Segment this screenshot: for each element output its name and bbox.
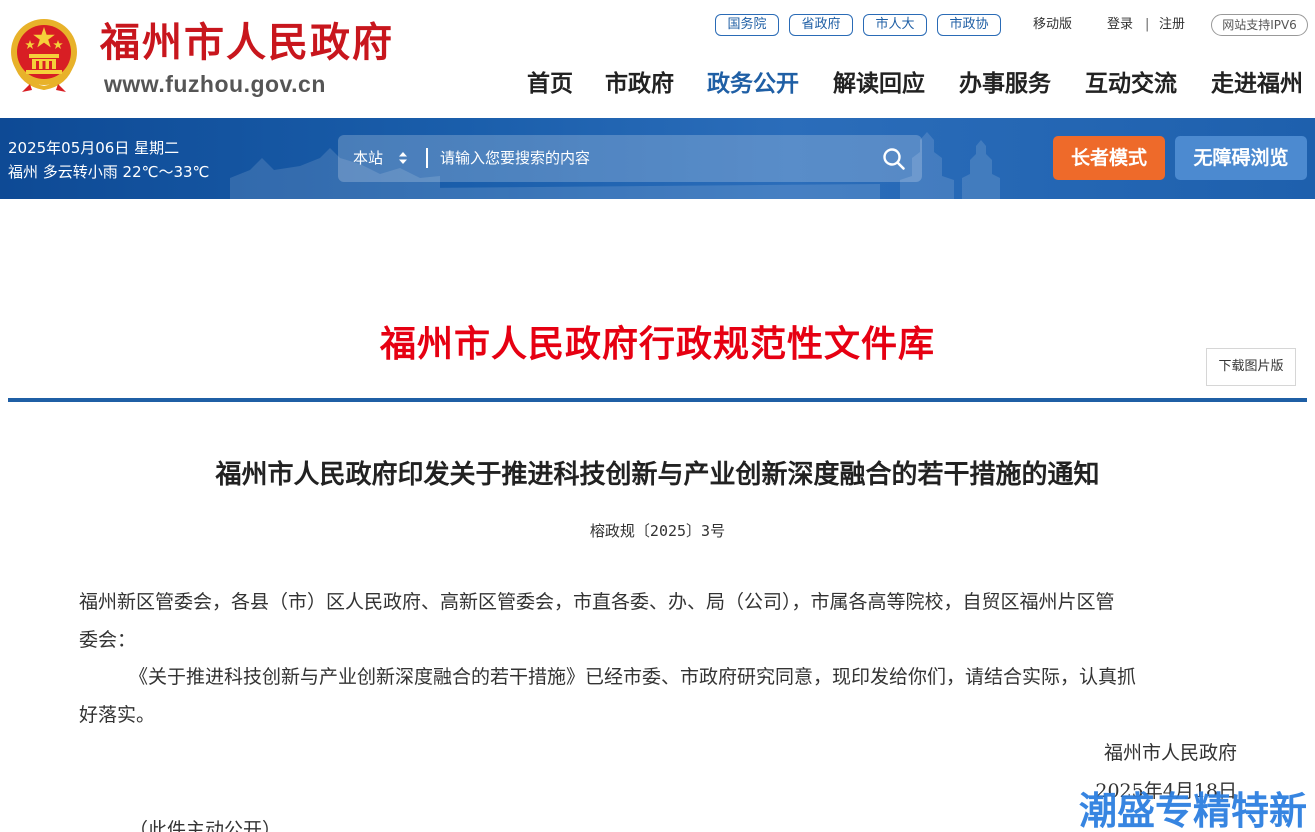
nav-interpretation[interactable]: 解读回应 — [833, 68, 925, 100]
current-date: 2025年05月06日 星期二 — [8, 139, 180, 157]
accessibility-button[interactable]: 无障碍浏览 — [1175, 136, 1307, 180]
search-box: 本站 — [338, 135, 922, 182]
search-input[interactable] — [440, 143, 870, 173]
link-municipal-congress[interactable]: 市人大 — [863, 14, 927, 36]
library-title: 福州市人民政府行政规范性文件库 — [379, 323, 935, 365]
section-divider — [8, 398, 1307, 402]
national-emblem-icon[interactable] — [8, 14, 80, 94]
site-url[interactable]: www.fuzhou.gov.cn — [104, 70, 326, 98]
nav-services[interactable]: 办事服务 — [959, 68, 1051, 100]
site-header: 福州市人民政府 www.fuzhou.gov.cn 国务院 省政府 市人大 市政… — [0, 0, 1315, 118]
sort-arrows-icon[interactable] — [398, 151, 408, 165]
download-image-button[interactable]: 下载图片版 — [1206, 348, 1296, 386]
addressee-text: 福州新区管委会，各县（市）区人民政府、高新区管委会，市直各委、办、局（公司），市… — [79, 591, 1115, 613]
register-link[interactable]: 注册 — [1159, 16, 1185, 34]
body-paragraph-continued: 好落实。 — [79, 704, 156, 726]
addressee-text-continued: 委会： — [79, 629, 137, 651]
nav-about-fuzhou[interactable]: 走进福州 — [1211, 68, 1303, 100]
link-state-council[interactable]: 国务院 — [715, 14, 779, 36]
watermark: 潮盛专精特新 — [1079, 789, 1308, 832]
body-paragraph: 《关于推进科技创新与产业创新深度融合的若干措施》已经市委、市政府研究同意，现印发… — [129, 666, 1137, 688]
nav-government-affairs[interactable]: 政务公开 — [707, 68, 799, 100]
disclosure-note: （此件主动公开） — [129, 819, 282, 832]
link-municipal-cppcc[interactable]: 市政协 — [937, 14, 1001, 36]
link-provincial-government[interactable]: 省政府 — [789, 14, 853, 36]
nav-municipal-government[interactable]: 市政府 — [605, 68, 674, 100]
site-name[interactable]: 福州市人民政府 — [100, 18, 394, 68]
mobile-version-link[interactable]: 移动版 — [1033, 16, 1072, 34]
weather-info: 福州 多云转小雨 22℃～33℃ — [8, 163, 210, 181]
login-separator: | — [1145, 17, 1150, 32]
search-icon[interactable] — [882, 147, 906, 171]
document-title: 福州市人民政府印发关于推进科技创新与产业创新深度融合的若干措施的通知 — [215, 460, 1100, 490]
nav-interaction[interactable]: 互动交流 — [1085, 68, 1177, 100]
document-number: 榕政规〔2025〕3号 — [589, 522, 726, 540]
nav-home[interactable]: 首页 — [527, 68, 573, 100]
search-divider — [426, 148, 428, 168]
info-banner: 2025年05月06日 星期二 福州 多云转小雨 22℃～33℃ 本站 长者模式… — [0, 118, 1315, 199]
ipv6-badge: 网站支持IPV6 — [1211, 14, 1308, 36]
search-scope-select[interactable]: 本站 — [353, 148, 383, 168]
issuer-signature: 福州市人民政府 — [1103, 742, 1237, 764]
login-link[interactable]: 登录 — [1107, 16, 1133, 34]
elder-mode-button[interactable]: 长者模式 — [1053, 136, 1165, 180]
